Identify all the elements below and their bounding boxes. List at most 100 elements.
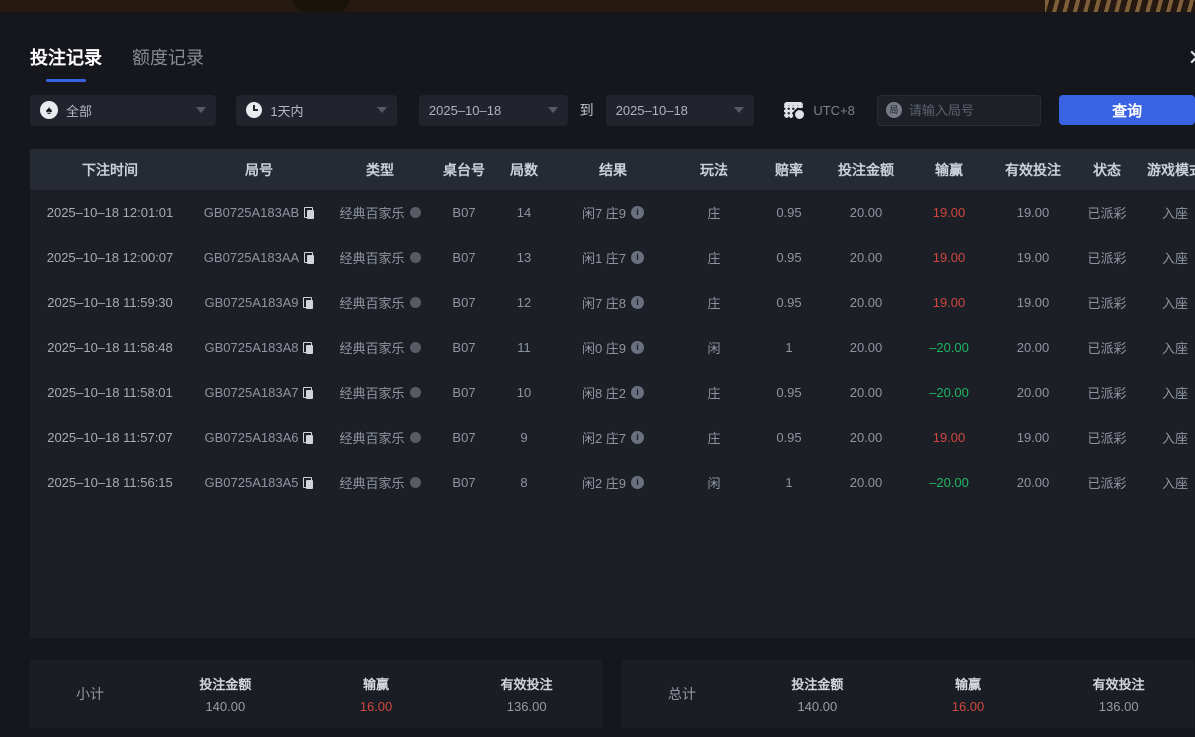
bet-time-cell: 2025–10–18 12:01:01 (30, 190, 190, 235)
odds-cell: 1 (754, 325, 824, 370)
date-to-dropdown[interactable]: 2025–10–18 (606, 95, 755, 126)
col-header-odds: 赔率 (754, 149, 824, 190)
type-value: 经典百家乐 (339, 473, 404, 492)
table-no-cell: B07 (432, 370, 496, 415)
total-valid-bet: 有效投注 136.00 (1043, 674, 1194, 714)
bet-time-cell: 2025–10–18 11:57:07 (30, 415, 190, 460)
play-cell: 闲 (674, 325, 754, 370)
total-winloss: 输赢 16.00 (893, 674, 1044, 714)
type-detail-icon[interactable] (410, 207, 421, 218)
status-cell: 已派彩 (1076, 370, 1138, 415)
bet-time-cell: 2025–10–18 11:58:48 (30, 325, 190, 370)
copy-icon[interactable] (303, 477, 313, 489)
table-row: 2025–10–18 11:59:30 GB0725A183A9 经典百家乐 B… (30, 280, 1195, 325)
result-value: 闲8 庄2 (582, 383, 626, 402)
result-cell: 闲1 庄7 (552, 235, 674, 280)
copy-icon[interactable] (303, 432, 313, 444)
copy-icon[interactable] (303, 342, 313, 354)
table-no-cell: B07 (432, 325, 496, 370)
copy-icon[interactable] (304, 207, 314, 219)
result-cell: 闲0 庄9 (552, 325, 674, 370)
info-icon[interactable] (631, 476, 644, 489)
round-id-cell: GB0725A183A8 (190, 325, 328, 370)
type-detail-icon[interactable] (410, 477, 421, 488)
type-value: 经典百家乐 (339, 293, 404, 312)
col-header-type: 类型 (328, 149, 432, 190)
type-value: 经典百家乐 (339, 383, 404, 402)
info-icon[interactable] (631, 341, 644, 354)
type-detail-icon[interactable] (410, 387, 421, 398)
type-cell: 经典百家乐 (328, 325, 432, 370)
subtotal-bet-amount: 投注金额 140.00 (150, 674, 301, 714)
winloss-cell: 19.00 (908, 190, 990, 235)
result-cell: 闲7 庄8 (552, 280, 674, 325)
date-from-dropdown[interactable]: 2025–10–18 (419, 95, 568, 126)
subtotal-winloss-value: 16.00 (301, 699, 452, 714)
round-search-field[interactable]: 局 (877, 95, 1042, 126)
round-search-input[interactable] (909, 103, 1033, 118)
odds-cell: 0.95 (754, 190, 824, 235)
type-value: 经典百家乐 (339, 203, 404, 222)
total-bet-amount-value: 140.00 (742, 699, 893, 714)
table-no-cell: B07 (432, 235, 496, 280)
type-detail-icon[interactable] (410, 432, 421, 443)
play-cell: 闲 (674, 460, 754, 505)
round-no-cell: 11 (496, 325, 552, 370)
info-icon[interactable] (631, 251, 644, 264)
game-mode-cell: 入座 (1138, 460, 1195, 505)
tab-bet-records[interactable]: 投注记录 (30, 44, 102, 82)
type-detail-icon[interactable] (410, 297, 421, 308)
status-cell: 已派彩 (1076, 460, 1138, 505)
round-id-value: GB0725A183AA (204, 250, 299, 265)
col-header-status: 状态 (1076, 149, 1138, 190)
table-no-cell: B07 (432, 280, 496, 325)
type-cell: 经典百家乐 (328, 415, 432, 460)
bet-records-table: 下注时间 局号 类型 桌台号 局数 结果 玩法 赔率 投注金额 输赢 有效投注 … (30, 149, 1195, 638)
table-row: 2025–10–18 12:00:07 GB0725A183AA 经典百家乐 B… (30, 235, 1195, 280)
date-to-value: 2025–10–18 (616, 103, 688, 118)
calendar-clock-icon[interactable] (784, 102, 803, 118)
valid-bet-cell: 20.00 (990, 460, 1076, 505)
status-cell: 已派彩 (1076, 415, 1138, 460)
play-cell: 庄 (674, 235, 754, 280)
info-icon[interactable] (631, 386, 644, 399)
subtotal-valid-bet: 有效投注 136.00 (451, 674, 602, 714)
winloss-cell: –20.00 (908, 460, 990, 505)
type-detail-icon[interactable] (410, 342, 421, 353)
round-id-cell: GB0725A183A7 (190, 370, 328, 415)
bet-amount-cell: 20.00 (824, 460, 908, 505)
info-icon[interactable] (631, 296, 644, 309)
winloss-cell: –20.00 (908, 370, 990, 415)
time-range-dropdown[interactable]: 1天内 (236, 95, 397, 126)
date-from-value: 2025–10–18 (429, 103, 501, 118)
round-no-cell: 8 (496, 460, 552, 505)
date-between-label: 到 (580, 100, 594, 120)
valid-bet-cell: 19.00 (990, 235, 1076, 280)
timezone-label: UTC+8 (813, 103, 855, 118)
round-id-value: GB0725A183A8 (205, 340, 299, 355)
col-header-round-id: 局号 (190, 149, 328, 190)
copy-icon[interactable] (303, 387, 313, 399)
summary-bar: 小计 投注金额 140.00 输赢 16.00 有效投注 136.00 总计 投… (30, 660, 1195, 728)
type-detail-icon[interactable] (410, 252, 421, 263)
type-value: 经典百家乐 (339, 248, 404, 267)
query-button[interactable]: 查询 (1059, 95, 1195, 125)
bet-amount-cell: 20.00 (824, 235, 908, 280)
round-no-cell: 13 (496, 235, 552, 280)
copy-icon[interactable] (303, 297, 313, 309)
valid-bet-cell: 19.00 (990, 280, 1076, 325)
col-header-bet-amount: 投注金额 (824, 149, 908, 190)
game-filter-dropdown[interactable]: ♠ 全部 (30, 95, 216, 126)
table-row: 2025–10–18 11:58:48 GB0725A183A8 经典百家乐 B… (30, 325, 1195, 370)
tab-quota-records[interactable]: 额度记录 (132, 44, 204, 82)
copy-icon[interactable] (304, 252, 314, 264)
winloss-cell: 19.00 (908, 235, 990, 280)
info-icon[interactable] (631, 431, 644, 444)
info-icon[interactable] (631, 206, 644, 219)
type-cell: 经典百家乐 (328, 235, 432, 280)
table-no-cell: B07 (432, 190, 496, 235)
status-cell: 已派彩 (1076, 190, 1138, 235)
close-icon[interactable]: ✕ (1188, 45, 1195, 71)
timezone-group: UTC+8 (784, 102, 855, 118)
col-header-bet-time: 下注时间 (30, 149, 190, 190)
